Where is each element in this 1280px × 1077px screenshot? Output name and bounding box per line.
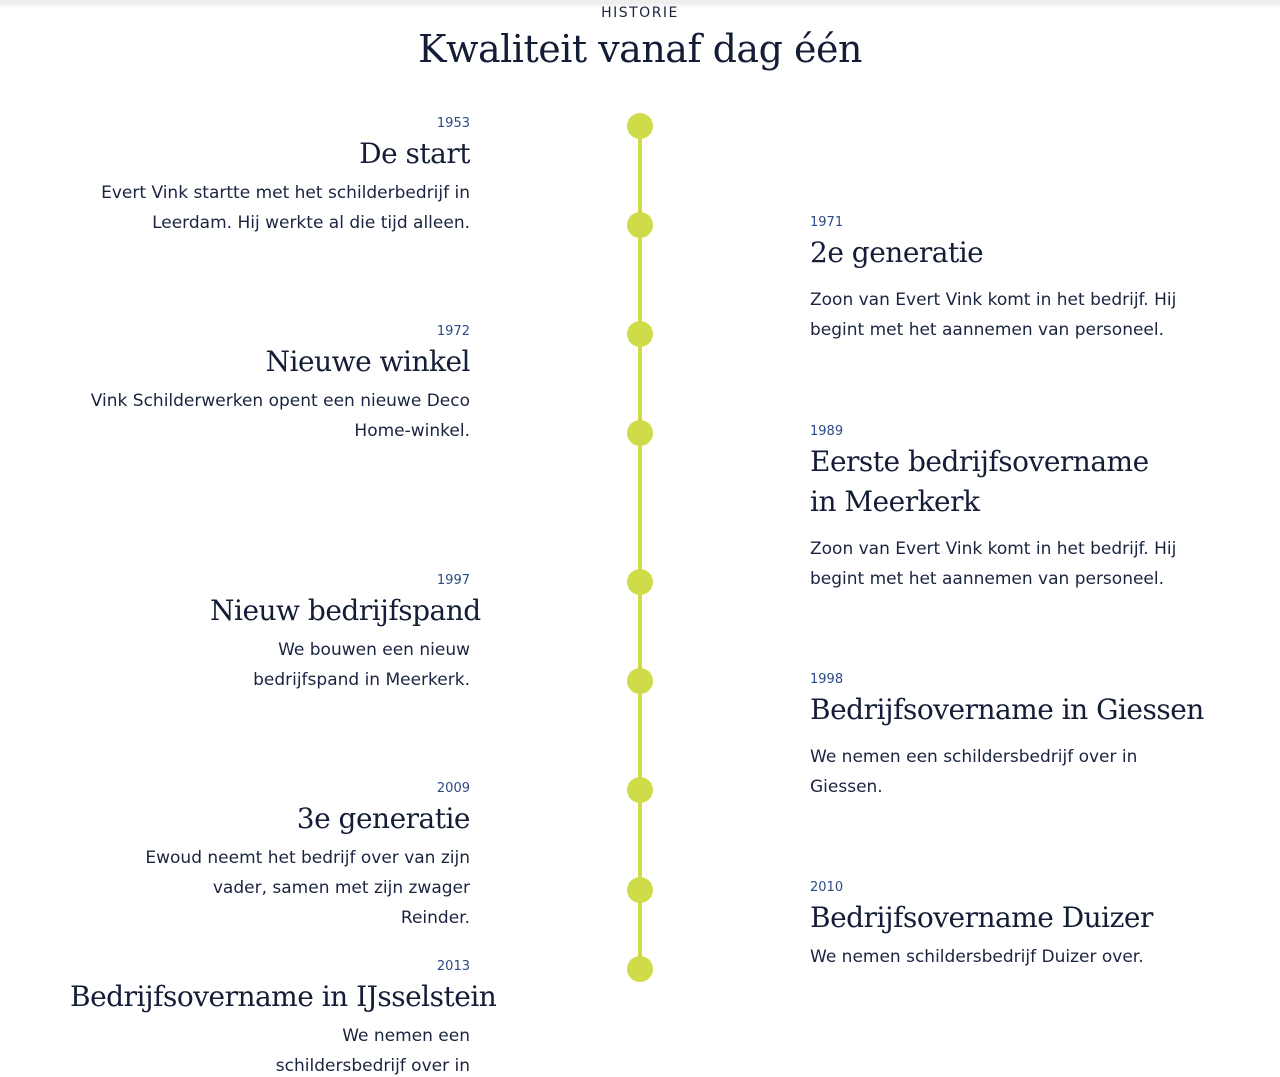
timeline-line (638, 120, 642, 970)
entry-year: 1998 (810, 672, 844, 687)
entry-title: Bedrijfsovername in Giessen (810, 693, 1204, 726)
entry-title: Bedrijfsovername in IJsselstein (70, 980, 497, 1013)
entry-description: We nemen een schildersbedrijf over in Gi… (810, 747, 1138, 797)
timeline-entry: 1972 Nieuwe winkel Vink Schilderwerken o… (90, 324, 471, 446)
section-heading: Kwaliteit vanaf dag één (418, 27, 862, 71)
timeline-entry: 2009 3e generatie Ewoud neemt het bedrij… (140, 781, 470, 933)
section-eyebrow: HISTORIE (601, 5, 679, 21)
entry-description: Evert Vink startte met het schilderbedri… (101, 183, 470, 233)
timeline-dot (627, 956, 653, 982)
timeline-entry: 1953 De start Evert Vink startte met het… (90, 116, 470, 238)
entry-title: Nieuwe winkel (265, 345, 471, 378)
entry-description: Vink Schilderwerken opent een nieuwe Dec… (90, 391, 470, 441)
timeline-entry: 1997 Nieuw bedrijfspand We bouwen een ni… (210, 573, 481, 695)
entry-year: 1971 (810, 215, 844, 230)
entry-year: 2013 (436, 959, 470, 974)
entry-year: 2010 (810, 880, 844, 895)
entry-year: 1997 (436, 573, 470, 588)
history-section: HISTORIE Kwaliteit vanaf dag één 1953 De… (0, 0, 1280, 1077)
entry-title: 3e generatie (296, 802, 471, 835)
entry-title: Bedrijfsovername Duizer (810, 901, 1153, 934)
timeline-dot (627, 212, 653, 238)
entry-description: Ewoud neemt het bedrijf over van zijn va… (145, 848, 470, 928)
timeline-dot (627, 113, 653, 139)
timeline-dot (627, 877, 653, 903)
timeline-dot (627, 777, 653, 803)
timeline-entry: 2010 Bedrijfsovername Duizer We nemen sc… (810, 880, 1210, 972)
entry-year: 1972 (436, 324, 470, 339)
entry-year: 2009 (436, 781, 470, 796)
header-shadow (0, 0, 1280, 4)
timeline-dot (627, 668, 653, 694)
entry-description: We nemen schildersbedrijf Duizer over. (810, 947, 1144, 967)
timeline-dot (627, 420, 653, 446)
timeline-entry: 1989 Eerste bedrijfsovername in Meerkerk… (810, 424, 1180, 594)
entry-year: 1989 (810, 424, 844, 439)
entry-title: De start (359, 137, 470, 170)
entry-description: We bouwen een nieuw bedrijfspand in Meer… (253, 640, 470, 690)
timeline-entry: 2013 Bedrijfsovername in IJsselstein We … (70, 959, 497, 1077)
timeline-entry: 1971 2e generatie Zoon van Evert Vink ko… (810, 215, 1180, 345)
entry-description: Zoon van Evert Vink komt in het bedrijf.… (810, 539, 1177, 589)
timeline-dot (627, 569, 653, 595)
entry-title: Eerste bedrijfsovername in Meerkerk (810, 445, 1149, 518)
entry-title: Nieuw bedrijfspand (210, 594, 481, 627)
timeline-dot (627, 321, 653, 347)
entry-description: We nemen een schildersbedrijf over in IJ… (275, 1026, 470, 1076)
timeline-entry: 1998 Bedrijfsovername in Giessen We neme… (810, 672, 1204, 802)
entry-title: 2e generatie (810, 236, 984, 269)
entry-year: 1953 (436, 116, 470, 131)
entry-description: Zoon van Evert Vink komt in het bedrijf.… (810, 290, 1177, 340)
